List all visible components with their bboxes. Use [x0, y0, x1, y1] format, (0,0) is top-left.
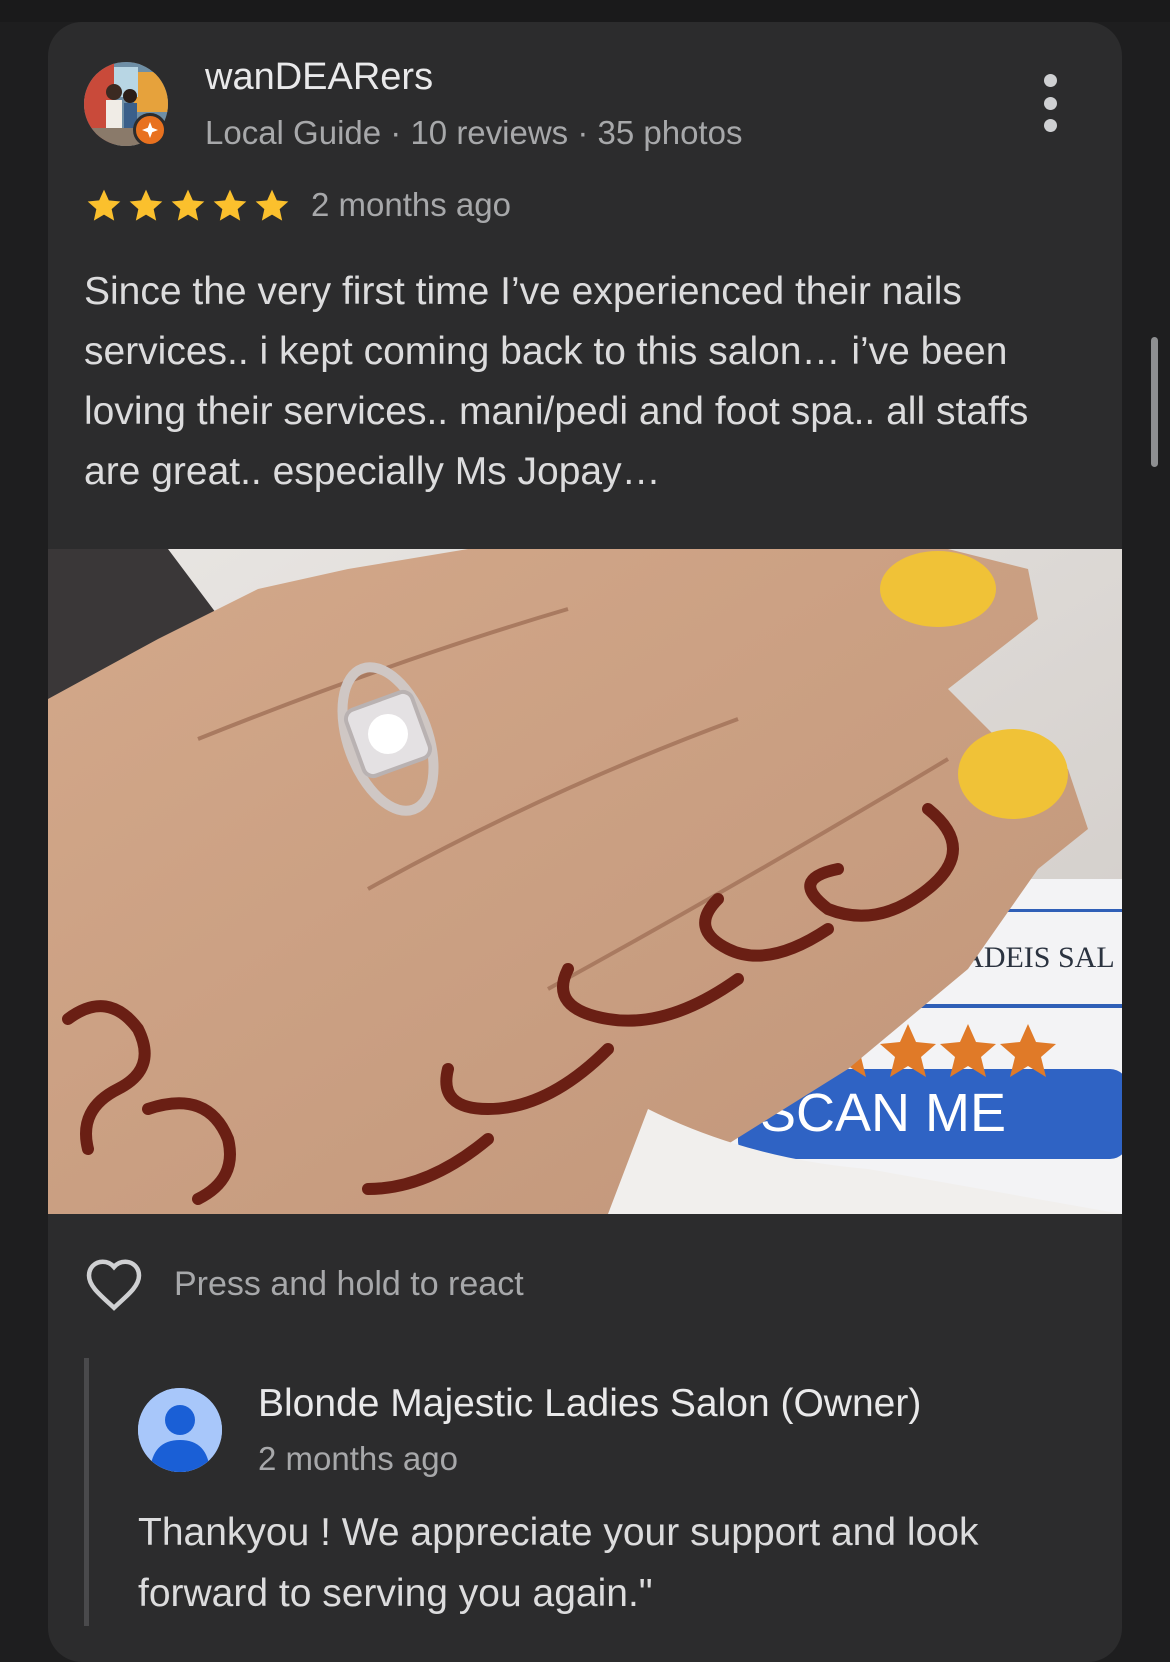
star-icon [87, 189, 121, 221]
review-time: 2 months ago [311, 186, 511, 223]
star-icon [213, 189, 247, 221]
owner-avatar[interactable] [138, 1388, 222, 1472]
reviewer-name[interactable]: wanDEARers [205, 56, 433, 99]
hand-ring-photo: TIC LADEIS SAL SCAN ME [48, 549, 1122, 1214]
owner-name: Blonde Majestic Ladies Salon (Owner) [258, 1382, 922, 1425]
react-row[interactable]: Press and hold to react [84, 1256, 524, 1312]
more-options-button[interactable] [1030, 74, 1070, 132]
heart-outline-icon[interactable] [84, 1256, 144, 1312]
react-label: Press and hold to react [174, 1264, 524, 1303]
review-text[interactable]: Since the very first time I’ve experienc… [84, 262, 1074, 502]
review-photo[interactable]: TIC LADEIS SAL SCAN ME [48, 549, 1122, 1214]
star-icon [129, 189, 163, 221]
owner-reply-time: 2 months ago [258, 1440, 458, 1477]
top-bar [0, 0, 1170, 22]
reply-divider [84, 1358, 89, 1626]
star-icon [255, 189, 289, 221]
more-vert-icon [1043, 74, 1057, 87]
scrollbar[interactable] [1151, 337, 1158, 467]
person-icon [138, 1388, 222, 1472]
reviewer-meta: Local Guide · 10 reviews · 35 photos [205, 114, 743, 151]
local-guide-badge-icon [133, 113, 167, 147]
star-rating [84, 186, 292, 226]
star-icon [171, 189, 205, 221]
owner-reply-text: Thankyou ! We appreciate your support an… [138, 1511, 979, 1615]
